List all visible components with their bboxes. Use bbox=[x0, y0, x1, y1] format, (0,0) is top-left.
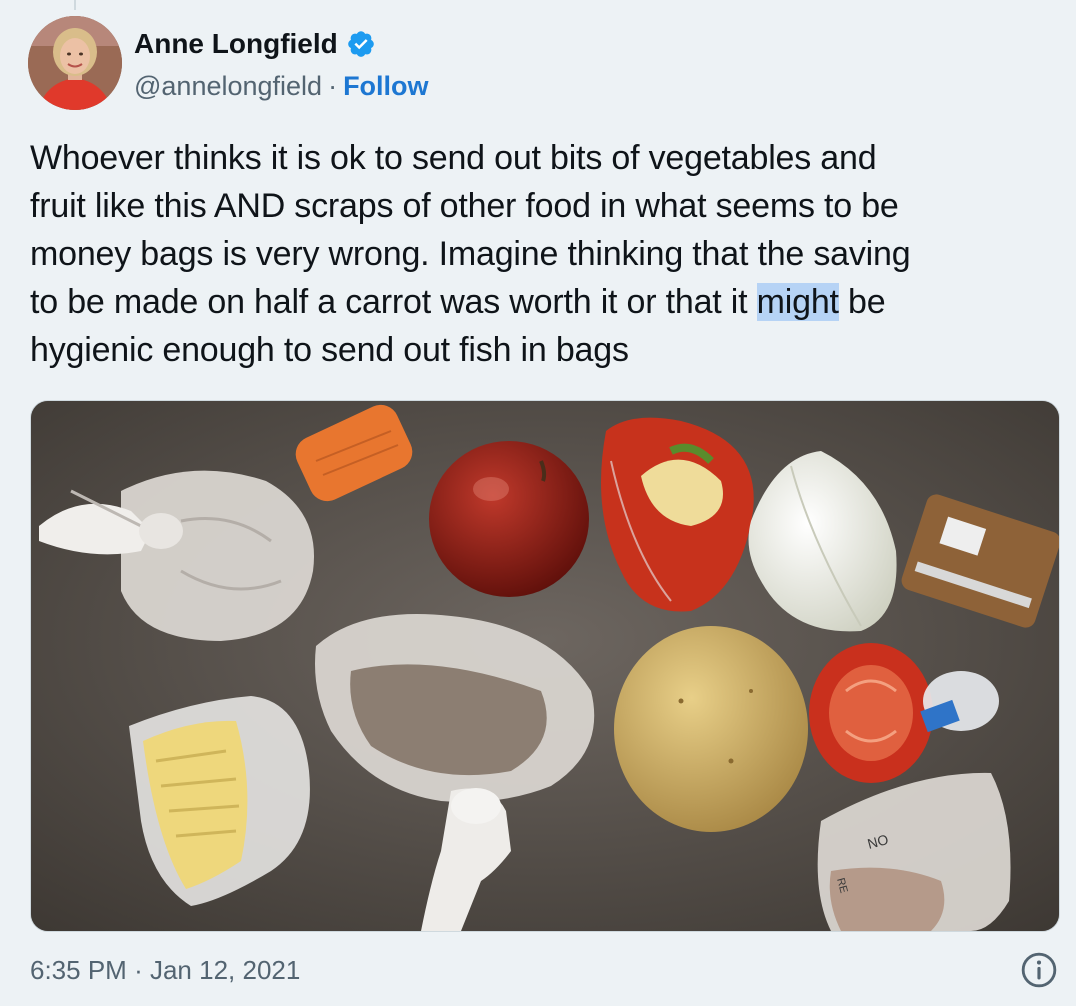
follow-button[interactable]: Follow bbox=[343, 71, 428, 102]
avatar[interactable] bbox=[28, 16, 122, 110]
author-header: Anne Longfield @annelongfield · Follow bbox=[134, 24, 429, 106]
tomato-photo bbox=[809, 643, 933, 783]
tweet-text-line: Whoever thinks it is ok to send out bits… bbox=[30, 139, 877, 177]
tweet-text-line: to be made on half a carrot was worth it… bbox=[30, 278, 1070, 326]
tweet-text-line: fruit like this AND scraps of other food… bbox=[30, 187, 899, 225]
tweet-text-line: hygienic enough to send out fish in bags bbox=[30, 331, 629, 369]
verified-badge-icon bbox=[346, 29, 376, 59]
info-icon[interactable] bbox=[1020, 951, 1058, 989]
handle-separator: · bbox=[328, 70, 338, 101]
tweet-text-segment: be bbox=[838, 283, 886, 321]
author-handle[interactable]: @annelongfield bbox=[134, 71, 322, 102]
tweet-footer: 6:35 PM · Jan 12, 2021 bbox=[30, 950, 1058, 990]
tweet-text: Whoever thinks it is ok to send out bits… bbox=[30, 134, 1070, 374]
tweet-text-line: money bags is very wrong. Imagine thinki… bbox=[30, 235, 911, 273]
selected-word-highlight: might bbox=[756, 283, 839, 321]
thread-line bbox=[74, 0, 76, 10]
tweet-date: Jan 12, 2021 bbox=[149, 954, 301, 985]
apple-photo bbox=[429, 441, 589, 597]
tweet-timestamp[interactable]: 6:35 PM · Jan 12, 2021 bbox=[30, 955, 300, 986]
tweet-photo[interactable]: NO RE bbox=[30, 400, 1060, 932]
timestamp-separator: · bbox=[134, 954, 143, 985]
tweet-card: Anne Longfield @annelongfield · Follow W… bbox=[0, 0, 1076, 1006]
tweet-time: 6:35 PM bbox=[30, 954, 127, 985]
author-display-name[interactable]: Anne Longfield bbox=[134, 28, 338, 60]
tweet-text-segment: to be made on half a carrot was worth it… bbox=[30, 283, 757, 321]
potato-photo bbox=[614, 626, 808, 832]
